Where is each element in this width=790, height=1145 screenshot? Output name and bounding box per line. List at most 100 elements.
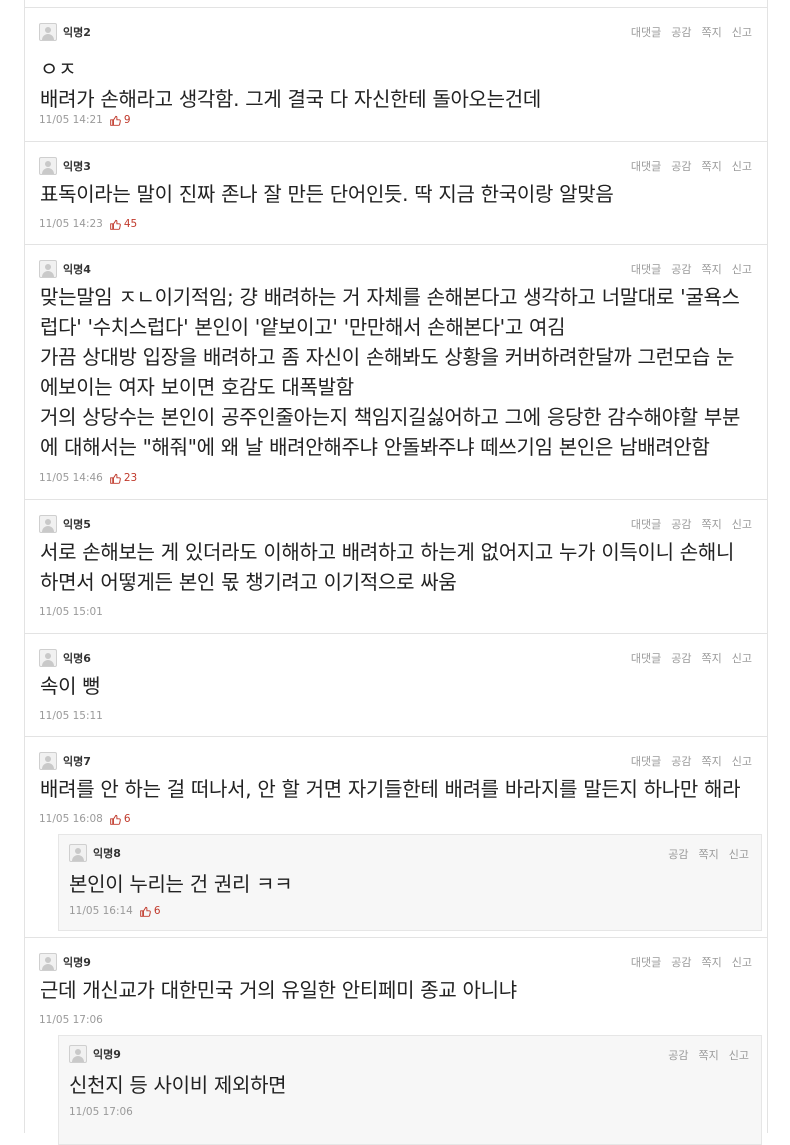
thumbs-up-icon <box>140 906 151 917</box>
report-button[interactable]: 신고 <box>732 650 752 666</box>
reply-button[interactable]: 대댓글 <box>631 24 661 40</box>
reply-actions: 공감 쪽지 신고 <box>668 1047 749 1063</box>
thumbs-up-icon <box>110 219 121 230</box>
message-button[interactable]: 쪽지 <box>702 516 722 532</box>
avatar <box>39 953 57 971</box>
like-count: 23 <box>110 472 137 484</box>
like-button[interactable]: 공감 <box>671 24 691 40</box>
comment-text: 근데 개신교가 대한민국 거의 유일한 안티페미 종교 아니냐 <box>40 978 517 1002</box>
like-count: 6 <box>140 905 161 917</box>
like-button[interactable]: 공감 <box>668 846 688 862</box>
reply-button[interactable]: 대댓글 <box>631 753 661 769</box>
avatar <box>39 157 57 175</box>
thumbs-up-icon <box>110 814 121 825</box>
avatar <box>39 752 57 770</box>
thumbs-up-icon <box>110 473 121 484</box>
like-button[interactable]: 공감 <box>671 650 691 666</box>
like-count: 9 <box>110 114 131 126</box>
timestamp: 11/05 14:23 <box>39 218 103 230</box>
comment-actions: 대댓글 공감 쪽지 신고 <box>631 516 752 532</box>
comment-actions: 대댓글 공감 쪽지 신고 <box>631 753 752 769</box>
reply-button[interactable]: 대댓글 <box>631 954 661 970</box>
reply-button[interactable]: 대댓글 <box>631 261 661 277</box>
like-count-value: 45 <box>123 218 138 230</box>
comment-meta: 11/05 14:46 23 <box>39 472 137 484</box>
like-button[interactable]: 공감 <box>668 1047 688 1063</box>
message-button[interactable]: 쪽지 <box>699 1047 719 1063</box>
message-button[interactable]: 쪽지 <box>702 158 722 174</box>
comment-actions: 대댓글 공감 쪽지 신고 <box>631 261 752 277</box>
report-button[interactable]: 신고 <box>732 753 752 769</box>
comment-text: 서로 손해보는 게 있더라도 이해하고 배려하고 하는게 없어지고 누가 이득이… <box>40 540 735 594</box>
timestamp: 11/05 15:01 <box>39 606 103 618</box>
like-button[interactable]: 공감 <box>671 261 691 277</box>
author-name: 익명7 <box>63 755 91 768</box>
message-button[interactable]: 쪽지 <box>702 954 722 970</box>
report-button[interactable]: 신고 <box>732 24 752 40</box>
comment-actions: 대댓글 공감 쪽지 신고 <box>631 650 752 666</box>
message-button[interactable]: 쪽지 <box>699 846 719 862</box>
comment-header: 익명9 <box>39 952 91 972</box>
comment-text: 속이 뻥 <box>40 674 101 698</box>
message-button[interactable]: 쪽지 <box>702 650 722 666</box>
timestamp: 11/05 17:06 <box>69 1106 133 1118</box>
like-count-value: 23 <box>123 472 138 484</box>
report-button[interactable]: 신고 <box>732 261 752 277</box>
reply-item: 익명9 공감 쪽지 신고 신천지 등 사이비 제외하면 11/05 17:06 <box>58 1035 762 1145</box>
like-count-value: 9 <box>123 114 131 126</box>
reply-actions: 공감 쪽지 신고 <box>668 846 749 862</box>
avatar <box>39 515 57 533</box>
thumbs-up-icon <box>110 115 121 126</box>
message-button[interactable]: 쪽지 <box>702 24 722 40</box>
like-count: 6 <box>110 813 131 825</box>
comment-item: 익명5 대댓글 공감 쪽지 신고 서로 손해보는 게 있더라도 이해하고 배려하… <box>24 500 768 634</box>
report-button[interactable]: 신고 <box>729 846 749 862</box>
reply-text: 본인이 누리는 건 권리 ㅋㅋ <box>69 872 293 896</box>
like-count: 45 <box>110 218 137 230</box>
avatar <box>39 649 57 667</box>
comment-header: 익명6 <box>39 648 91 668</box>
message-button[interactable]: 쪽지 <box>702 261 722 277</box>
comment-header: 익명3 <box>39 156 91 176</box>
like-button[interactable]: 공감 <box>671 516 691 532</box>
timestamp: 11/05 16:14 <box>69 905 133 917</box>
like-button[interactable]: 공감 <box>671 954 691 970</box>
comment-text: 배려를 안 하는 걸 떠나서, 안 할 거면 자기들한테 배려를 바라지를 말든… <box>40 777 741 801</box>
reply-button[interactable]: 대댓글 <box>631 516 661 532</box>
author-name: 익명9 <box>63 956 91 969</box>
timestamp: 11/05 17:06 <box>39 1014 103 1026</box>
like-count-value: 6 <box>123 813 131 825</box>
message-button[interactable]: 쪽지 <box>702 753 722 769</box>
report-button[interactable]: 신고 <box>732 158 752 174</box>
reply-meta: 11/05 17:06 <box>69 1106 133 1118</box>
avatar <box>39 260 57 278</box>
author-name: 익명6 <box>63 652 91 665</box>
avatar <box>39 23 57 41</box>
reply-button[interactable]: 대댓글 <box>631 158 661 174</box>
comment-text: 표독이라는 말이 진짜 존나 잘 만든 단어인듯. 딱 지금 한국이랑 알맞음 <box>40 182 614 206</box>
comment-meta: 11/05 15:01 <box>39 606 103 618</box>
reply-text: 신천지 등 사이비 제외하면 <box>69 1073 287 1097</box>
comment-text: ㅇㅈ 배려가 손해라고 생각함. 그게 결국 다 자신한테 돌아오는건데 <box>40 57 541 111</box>
comment-item: 익명3 대댓글 공감 쪽지 신고 표독이라는 말이 진짜 존나 잘 만든 단어인… <box>24 142 768 245</box>
author-name: 익명2 <box>63 26 91 39</box>
comment-header: 익명5 <box>39 514 91 534</box>
comment-header: 익명4 <box>39 259 91 279</box>
reply-button[interactable]: 대댓글 <box>631 650 661 666</box>
comment-header: 익명2 <box>39 22 91 42</box>
report-button[interactable]: 신고 <box>732 516 752 532</box>
timestamp: 11/05 14:46 <box>39 472 103 484</box>
timestamp: 11/05 15:11 <box>39 710 103 722</box>
comment-meta: 11/05 14:23 45 <box>39 218 137 230</box>
like-button[interactable]: 공감 <box>671 753 691 769</box>
author-name: 익명5 <box>63 518 91 531</box>
like-count-value: 6 <box>153 905 161 917</box>
comment-actions: 대댓글 공감 쪽지 신고 <box>631 158 752 174</box>
like-button[interactable]: 공감 <box>671 158 691 174</box>
comment-item: 익명4 대댓글 공감 쪽지 신고 맞는말임 ㅈㄴ이기적임; 걍 배려하는 거 자… <box>24 245 768 500</box>
author-name: 익명3 <box>63 160 91 173</box>
author-name: 익명4 <box>63 263 91 276</box>
comment-meta: 11/05 17:06 <box>39 1014 103 1026</box>
report-button[interactable]: 신고 <box>729 1047 749 1063</box>
report-button[interactable]: 신고 <box>732 954 752 970</box>
